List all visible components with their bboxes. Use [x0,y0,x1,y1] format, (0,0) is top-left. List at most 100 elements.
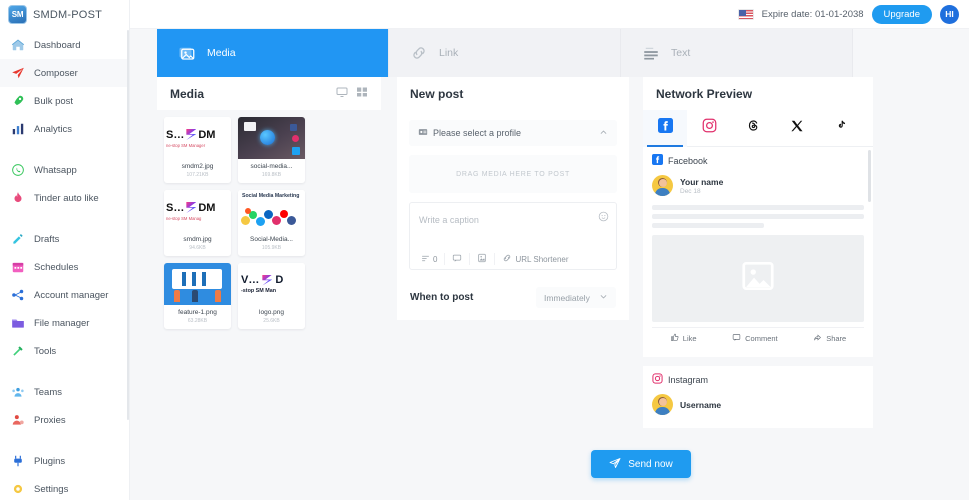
network-tab-instagram[interactable] [687,110,731,147]
sidebar-item-label: Plugins [34,455,66,467]
sidebar-item-composer[interactable]: Composer [0,59,129,87]
thumbs-up-icon [670,333,679,344]
avatar [652,175,673,196]
send-now-button[interactable]: Send now [591,450,691,478]
send-icon [609,457,621,472]
tab-label: Text [671,47,691,59]
preview-post-date: Dec 18 [680,187,701,195]
sidebar-item-label: Account manager [34,289,109,301]
tiktok-icon [834,119,848,138]
sidebar-nav: Dashboard Composer Bulk post Analytics W… [0,29,129,500]
tab-text[interactable]: Text [621,29,853,77]
comment-button[interactable]: Comment [732,333,778,344]
sidebar-item-account-manager[interactable]: Account manager [0,281,129,309]
instagram-icon [652,373,663,386]
comment-icon [732,333,741,344]
sidebar-item-label: Proxies [34,414,66,426]
sidebar-item-file-manager[interactable]: File manager [0,309,129,337]
sidebar-item-drafts[interactable]: Drafts [0,225,129,253]
when-to-post-label: When to post [410,292,474,303]
bar-chart-icon [10,122,25,137]
sidebar-item-teams[interactable]: Teams [0,378,129,406]
media-panel-header: Media [157,77,381,110]
sidebar-divider-2 [0,212,129,225]
avatar[interactable]: HI [940,4,959,24]
caption-input[interactable]: Write a caption [410,203,616,249]
caption-box: Write a caption 0 URL Shortener [409,202,617,270]
media-thumb-caption: ne-stop SM Manag [166,215,202,221]
media-item[interactable]: social-media... 169.8KB [238,117,305,183]
sidebar-item-whatsapp[interactable]: Whatsapp [0,156,129,184]
network-preview-body: Facebook Your name Dec 18 Like Comment S… [643,147,873,428]
attach-image-button[interactable] [469,253,494,265]
grid-icon[interactable] [356,86,368,101]
upgrade-button[interactable]: Upgrade [871,4,932,24]
instagram-preview-card: Username [643,390,873,428]
network-tab-x[interactable] [775,110,819,147]
media-grid-body: S… DM ne-stop SM Manager smdm2.jpg 107.21… [157,110,381,329]
media-item[interactable]: S… DM ne-stop SM Manag smdm.jpg 94.6KB [164,190,231,256]
media-item[interactable]: S… DM ne-stop SM Manager smdm2.jpg 107.21… [164,117,231,183]
media-item[interactable]: feature-1.png 63.28KB [164,263,231,329]
media-dropzone[interactable]: DRAG MEDIA HERE TO POST [409,155,617,193]
monitor-icon[interactable] [336,86,348,101]
sidebar-item-label: Teams [34,386,62,398]
network-tab-facebook[interactable] [643,109,687,147]
emoji-icon[interactable] [598,209,609,222]
sidebar-item-label: Tools [34,345,57,357]
preview-scrollbar[interactable] [868,150,871,202]
sidebar-item-tools[interactable]: Tools [0,337,129,365]
like-label: Like [682,334,697,343]
url-shortener-button[interactable]: URL Shortener [494,253,575,265]
topbar: Expire date: 01-01-2038 Upgrade HI [130,0,969,29]
profile-selector[interactable]: Please select a profile [409,120,617,146]
sidebar-item-analytics[interactable]: Analytics [0,115,129,143]
preview-network-label: Facebook [668,155,708,166]
character-count-value: 0 [433,254,438,264]
whatsapp-icon [10,163,25,178]
us-flag-icon[interactable] [737,8,754,20]
composer-columns: Media S… DM ne-stop SM Manager smdm2.jpg… [157,77,969,428]
comment-button[interactable] [444,253,469,265]
sidebar-item-proxies[interactable]: Proxies [0,406,129,434]
content-type-tabs: Media Link Text [157,29,969,77]
preview-network-label: Instagram [668,374,709,385]
media-panel-title: Media [170,86,205,101]
tab-media[interactable]: Media [157,29,389,77]
facebook-icon [657,118,673,138]
chevron-up-icon[interactable] [599,124,608,142]
comment-icon [452,253,462,265]
sidebar-scrollbar[interactable] [127,30,129,420]
sidebar-item-dashboard[interactable]: Dashboard [0,31,129,59]
preview-user-name: Your name [680,176,724,187]
like-button[interactable]: Like [670,333,697,344]
network-preview-panel: Network Preview Facebook Your name Dec 1… [643,77,873,428]
media-item-meta: logo.png 25.6KB [238,305,305,329]
share-nodes-icon [10,288,25,303]
comment-label: Comment [745,334,778,343]
share-button[interactable]: Share [813,333,846,344]
character-count-icon [421,254,430,265]
sidebar-item-tinder-auto-like[interactable]: Tinder auto like [0,184,129,212]
sidebar-item-label: Whatsapp [34,164,77,176]
preview-user-name: Username [680,399,722,410]
media-item[interactable]: Social Media Marketing Social-Media... 1… [238,190,305,256]
when-to-post-select[interactable]: Immediately [536,287,616,308]
share-label: Share [826,334,847,343]
sidebar-item-plugins[interactable]: Plugins [0,447,129,475]
brand-logo[interactable]: SM SMDM-POST [0,0,129,29]
media-file-size: 63.28KB [187,318,208,324]
network-tab-threads[interactable] [731,110,775,147]
sidebar-item-settings[interactable]: Settings [0,475,129,500]
calendar-icon [10,260,25,275]
sidebar-item-label: Settings [34,483,69,495]
sidebar-item-schedules[interactable]: Schedules [0,253,129,281]
sidebar-item-label: Dashboard [34,39,81,51]
sidebar-item-bulk-post[interactable]: Bulk post [0,87,129,115]
pencil-icon [10,232,25,247]
tab-link[interactable]: Link [389,29,621,77]
media-item[interactable]: V… D -stop SM Man logo.png 25.6KB [238,263,305,329]
network-tab-tiktok[interactable] [819,110,863,147]
users-icon [10,385,25,400]
media-panel: Media S… DM ne-stop SM Manager smdm2.jpg… [157,77,381,428]
